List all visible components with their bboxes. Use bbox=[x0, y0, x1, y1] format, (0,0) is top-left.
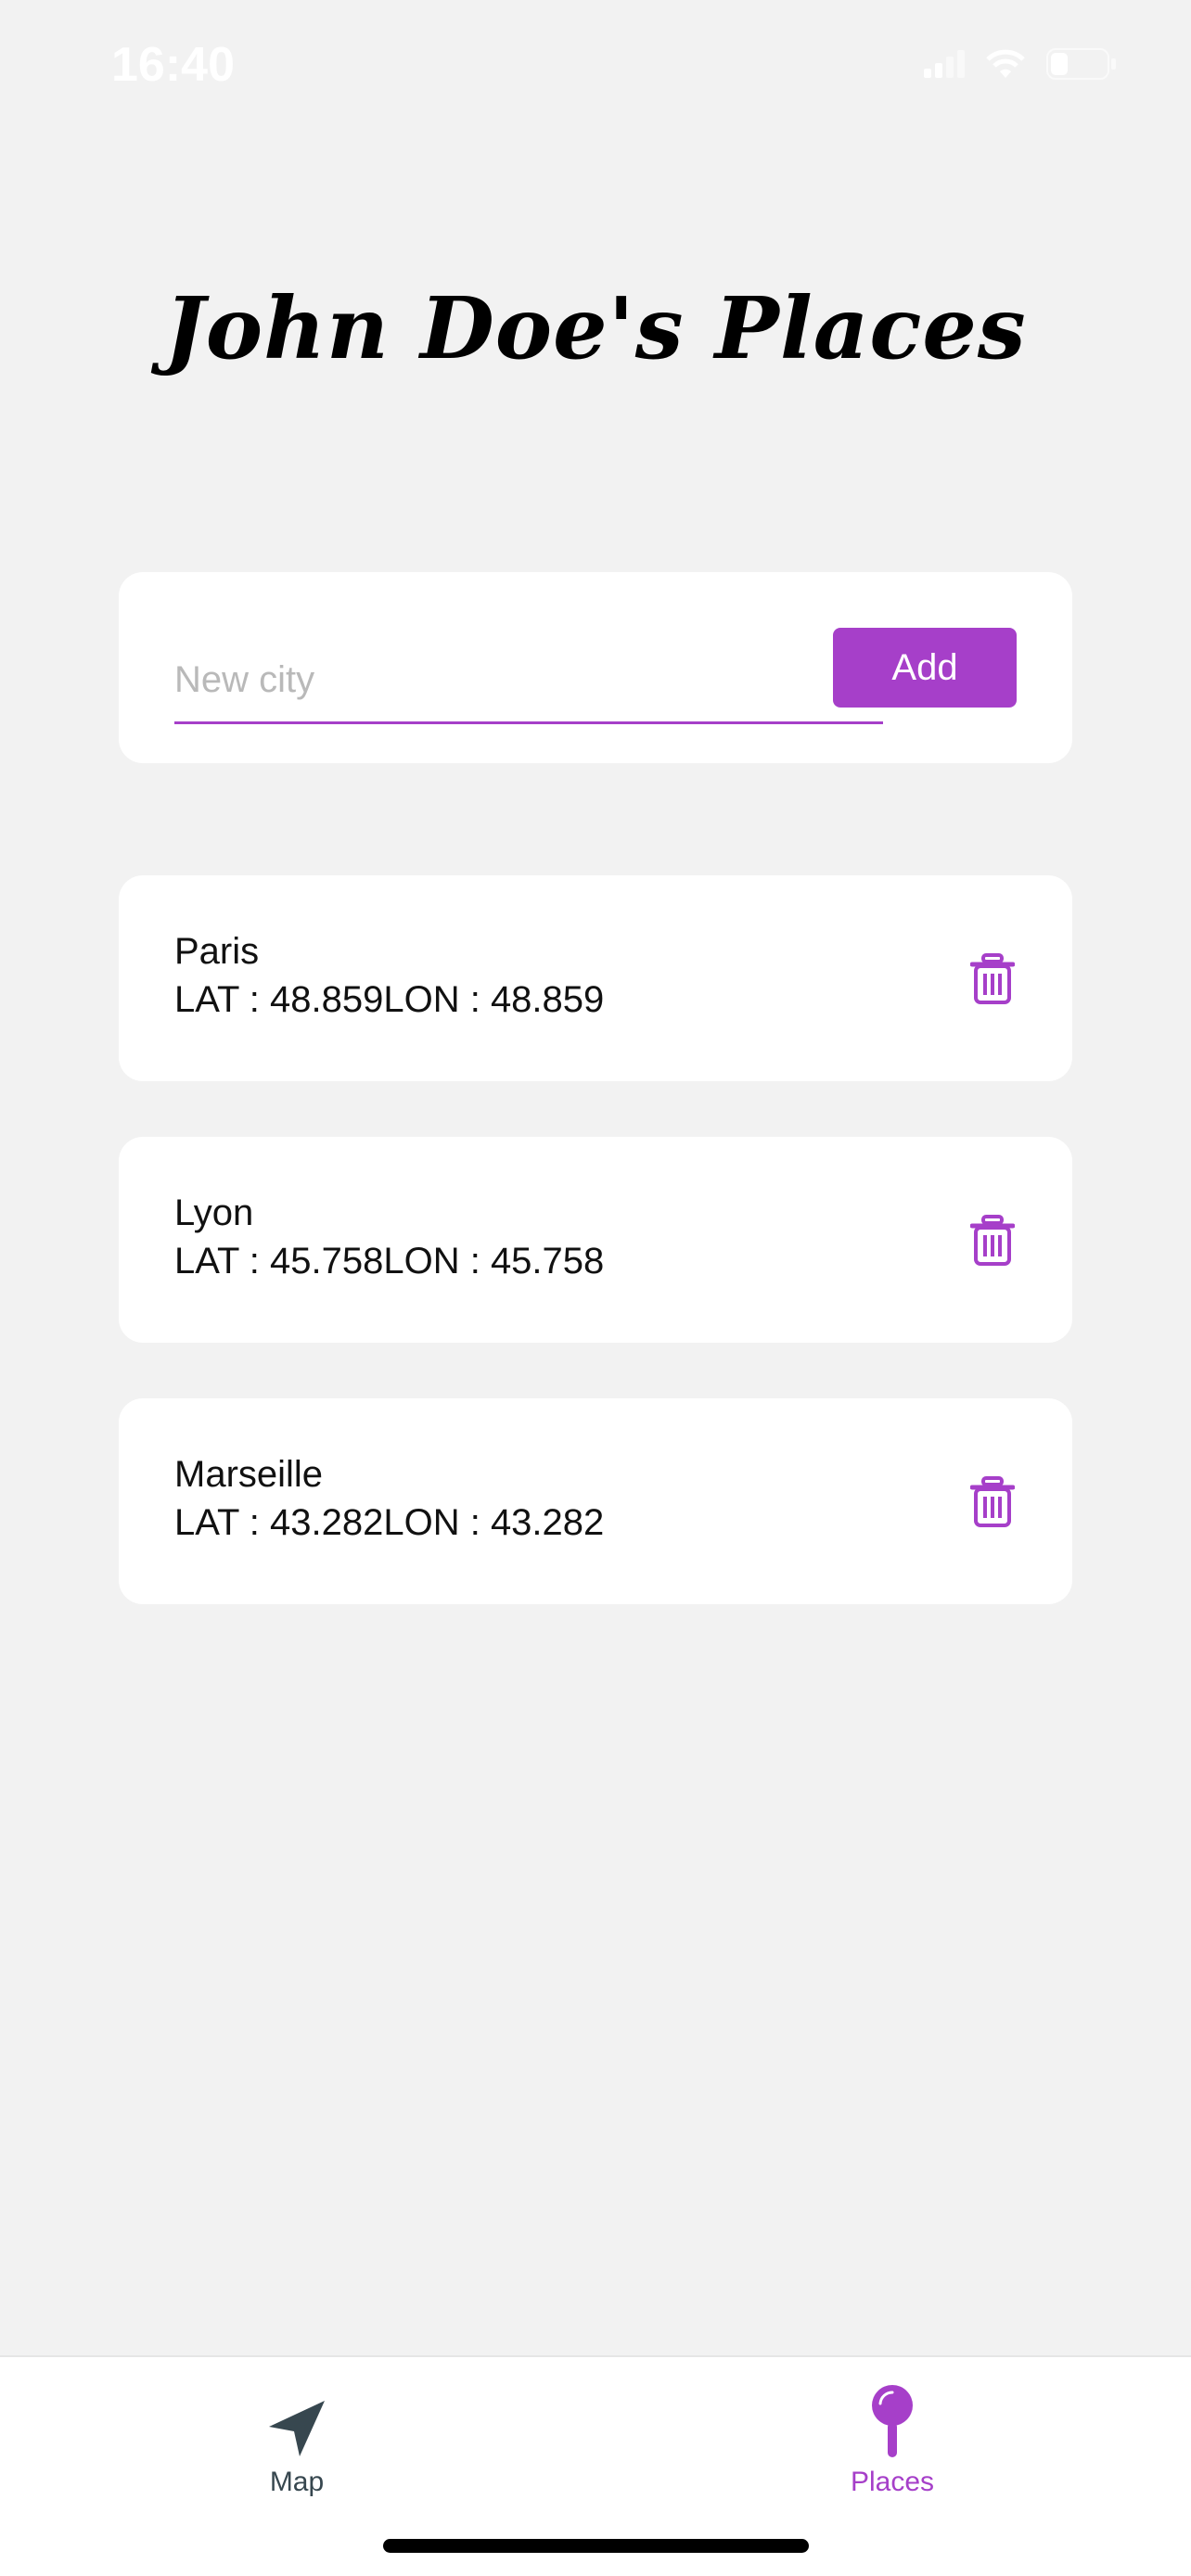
trash-icon bbox=[970, 1476, 1015, 1527]
list-item: Marseille LAT : 43.282LON : 43.282 bbox=[119, 1398, 1072, 1604]
trash-icon bbox=[970, 953, 1015, 1004]
place-name: Lyon bbox=[174, 1192, 254, 1233]
place-coords: LAT : 43.282LON : 43.282 bbox=[174, 1502, 605, 1543]
add-city-card: Add bbox=[119, 572, 1072, 763]
tab-map[interactable]: Map bbox=[158, 2357, 436, 2515]
place-coords: LAT : 48.859LON : 48.859 bbox=[174, 979, 605, 1020]
signal-icon bbox=[924, 50, 965, 78]
add-button[interactable]: Add bbox=[833, 628, 1017, 708]
tab-map-label: Map bbox=[269, 2467, 325, 2497]
place-name: Paris bbox=[174, 931, 260, 972]
delete-button[interactable] bbox=[968, 1213, 1017, 1269]
status-time: 16:40 bbox=[111, 38, 235, 92]
wifi-icon bbox=[986, 49, 1025, 78]
page-title: John Doe's Places bbox=[164, 278, 1027, 378]
battery-icon bbox=[1046, 48, 1116, 80]
status-icons bbox=[924, 48, 1117, 80]
tab-places-label: Places bbox=[850, 2467, 935, 2497]
status-bar: 16:40 bbox=[0, 0, 1191, 139]
list-item: Paris LAT : 48.859LON : 48.859 bbox=[119, 875, 1072, 1081]
navigation-arrow-icon bbox=[269, 2401, 325, 2456]
home-indicator bbox=[383, 2539, 809, 2553]
tab-bar: Map Places bbox=[0, 2355, 1191, 2576]
place-coords: LAT : 45.758LON : 45.758 bbox=[174, 1241, 605, 1282]
new-city-input[interactable] bbox=[174, 639, 883, 724]
tab-places[interactable]: Places bbox=[753, 2357, 1031, 2515]
delete-button[interactable] bbox=[968, 1474, 1017, 1530]
trash-icon bbox=[970, 1215, 1015, 1266]
list-item: Lyon LAT : 45.758LON : 45.758 bbox=[119, 1137, 1072, 1343]
place-name: Marseille bbox=[174, 1454, 324, 1495]
delete-button[interactable] bbox=[968, 951, 1017, 1007]
pin-icon bbox=[872, 2385, 913, 2457]
